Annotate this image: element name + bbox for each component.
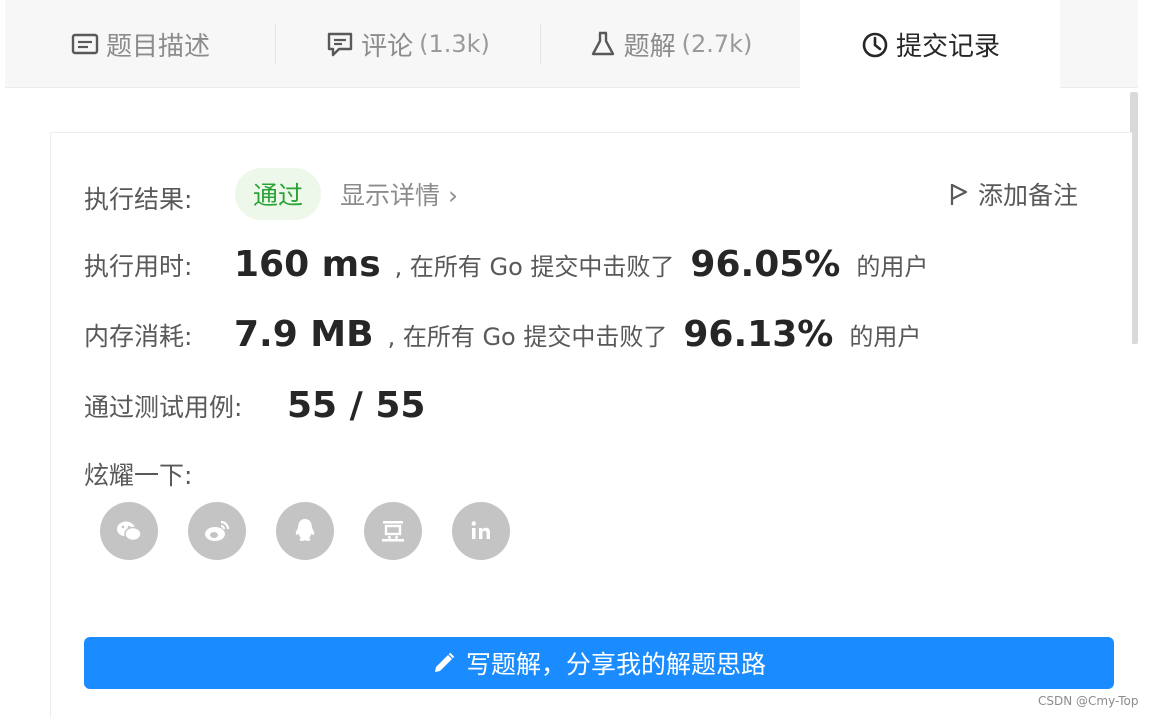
qq-icon <box>295 519 315 541</box>
result-label: 执行结果: <box>84 185 193 214</box>
clock-icon <box>860 30 890 60</box>
flask-icon <box>588 29 618 59</box>
add-note-button[interactable]: 添加备注 <box>948 176 1078 212</box>
memory-value: 7.9 MB <box>234 314 374 355</box>
comment-icon <box>325 29 355 59</box>
memory-label: 内存消耗: <box>84 321 193 351</box>
douban-icon <box>382 521 404 542</box>
runtime-text: , 在所有 Go 提交中击败了 <box>394 253 675 281</box>
share-wechat-button[interactable] <box>100 502 158 560</box>
memory-percent: 96.13% <box>683 314 834 355</box>
share-weibo-button[interactable] <box>188 502 246 560</box>
tab-divider <box>540 24 541 64</box>
tab-solutions[interactable]: 题解 (2.7k) <box>555 0 785 88</box>
memory-text: , 在所有 Go 提交中击败了 <box>387 323 668 351</box>
runtime-label: 执行用时: <box>84 251 193 281</box>
description-icon <box>70 29 100 59</box>
tab-divider <box>275 24 276 64</box>
write-solution-label: 写题解，分享我的解题思路 <box>465 650 766 679</box>
show-details-link[interactable]: 显示详情 › <box>340 176 458 212</box>
runtime-row: 执行用时: 160 ms , 在所有 Go 提交中击败了 96.05% 的用户 <box>84 244 928 285</box>
tab-submissions-label: 提交记录 <box>895 32 1000 62</box>
tab-comments-count: (1.3k) <box>419 30 490 58</box>
flag-icon <box>950 184 968 205</box>
tab-solutions-count: (2.7k) <box>681 30 753 58</box>
tab-description-label: 题目描述 <box>105 31 210 62</box>
runtime-percent: 96.05% <box>690 244 841 285</box>
share-douban-button[interactable] <box>364 502 422 560</box>
linkedin-icon <box>471 521 490 539</box>
runtime-value: 160 ms <box>234 244 381 285</box>
add-note-label: 添加备注 <box>978 181 1079 210</box>
write-solution-button[interactable]: 写题解，分享我的解题思路 <box>84 637 1114 689</box>
tab-solutions-label: 题解 <box>623 31 676 62</box>
share-qq-button[interactable] <box>276 502 334 560</box>
tests-row: 通过测试用例: 55 / 55 <box>84 385 425 426</box>
tab-submissions[interactable]: 提交记录 <box>800 0 1060 89</box>
tests-value: 55 / 55 <box>287 385 426 426</box>
share-linkedin-button[interactable] <box>452 502 510 560</box>
weibo-icon <box>205 520 230 541</box>
tests-label: 通过测试用例: <box>84 392 243 422</box>
pencil-icon <box>434 652 455 672</box>
tab-bar: 题目描述 评论 (1.3k) 题解 (2.7k) 提交记录 <box>5 0 1138 89</box>
memory-suffix: 的用户 <box>849 323 922 351</box>
runtime-suffix: 的用户 <box>856 253 929 281</box>
memory-row: 内存消耗: 7.9 MB , 在所有 Go 提交中击败了 96.13% 的用户 <box>84 314 921 355</box>
tab-description[interactable]: 题目描述 <box>35 0 245 88</box>
tab-comments-label: 评论 <box>361 31 414 62</box>
share-label: 炫耀一下: <box>84 461 193 490</box>
wechat-icon <box>117 521 142 542</box>
tab-comments[interactable]: 评论 (1.3k) <box>290 0 525 88</box>
watermark: CSDN @Cmy-Top <box>1038 694 1139 708</box>
status-badge: 通过 <box>235 168 321 220</box>
